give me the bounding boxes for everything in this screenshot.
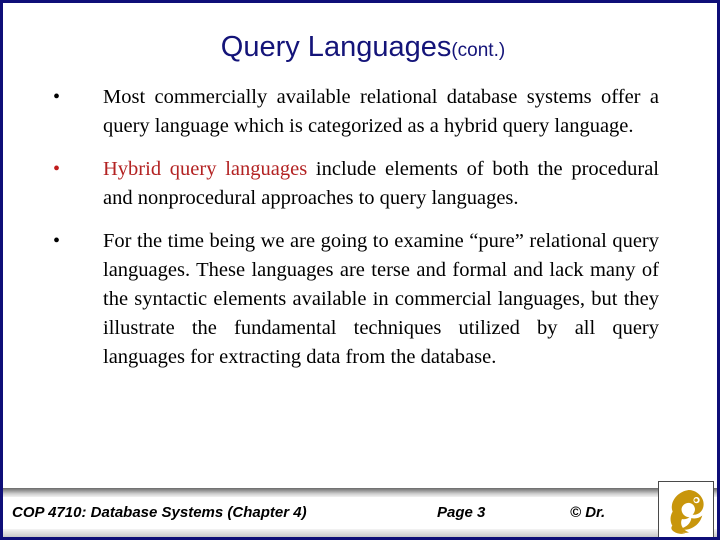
bullet-marker-icon: • xyxy=(53,158,61,180)
bullet-text-1: Most commercially available relational d… xyxy=(103,86,659,137)
slide-body: • Most commercially available relational… xyxy=(47,83,659,372)
ucf-pegasus-logo xyxy=(658,481,714,537)
bullet-text-2: Hybrid query languages include elements … xyxy=(103,155,659,213)
bullet-item-3: • For the time being we are going to exa… xyxy=(47,227,659,372)
slide-title-main: Query Languages xyxy=(220,31,452,63)
footer-page-number: Page 3 xyxy=(437,504,486,521)
footer-text-band: COP 4710: Database Systems (Chapter 4) P… xyxy=(3,497,660,537)
footer-divider-bottom xyxy=(3,529,717,537)
slide-footer: COP 4710: Database Systems (Chapter 4) P… xyxy=(3,488,717,537)
footer-copyright: © Dr. xyxy=(570,504,606,521)
presentation-slide: Query Languages(cont.) • Most commercial… xyxy=(0,0,720,540)
footer-divider-top xyxy=(3,488,717,497)
bullet-text-3: For the time being we are going to exami… xyxy=(103,230,659,368)
slide-title: Query Languages(cont.) xyxy=(3,31,717,64)
bullet-marker-icon: • xyxy=(53,86,61,108)
footer-course-label: COP 4710: Database Systems (Chapter 4) xyxy=(12,504,307,521)
bullet-marker-icon: • xyxy=(53,230,61,252)
highlighted-term: Hybrid query languages xyxy=(103,158,308,180)
slide-title-suffix: (cont.) xyxy=(451,40,506,61)
bullet-item-1: • Most commercially available relational… xyxy=(47,83,659,141)
bullet-item-2: • Hybrid query languages include element… xyxy=(47,155,659,213)
pegasus-icon xyxy=(670,490,704,534)
